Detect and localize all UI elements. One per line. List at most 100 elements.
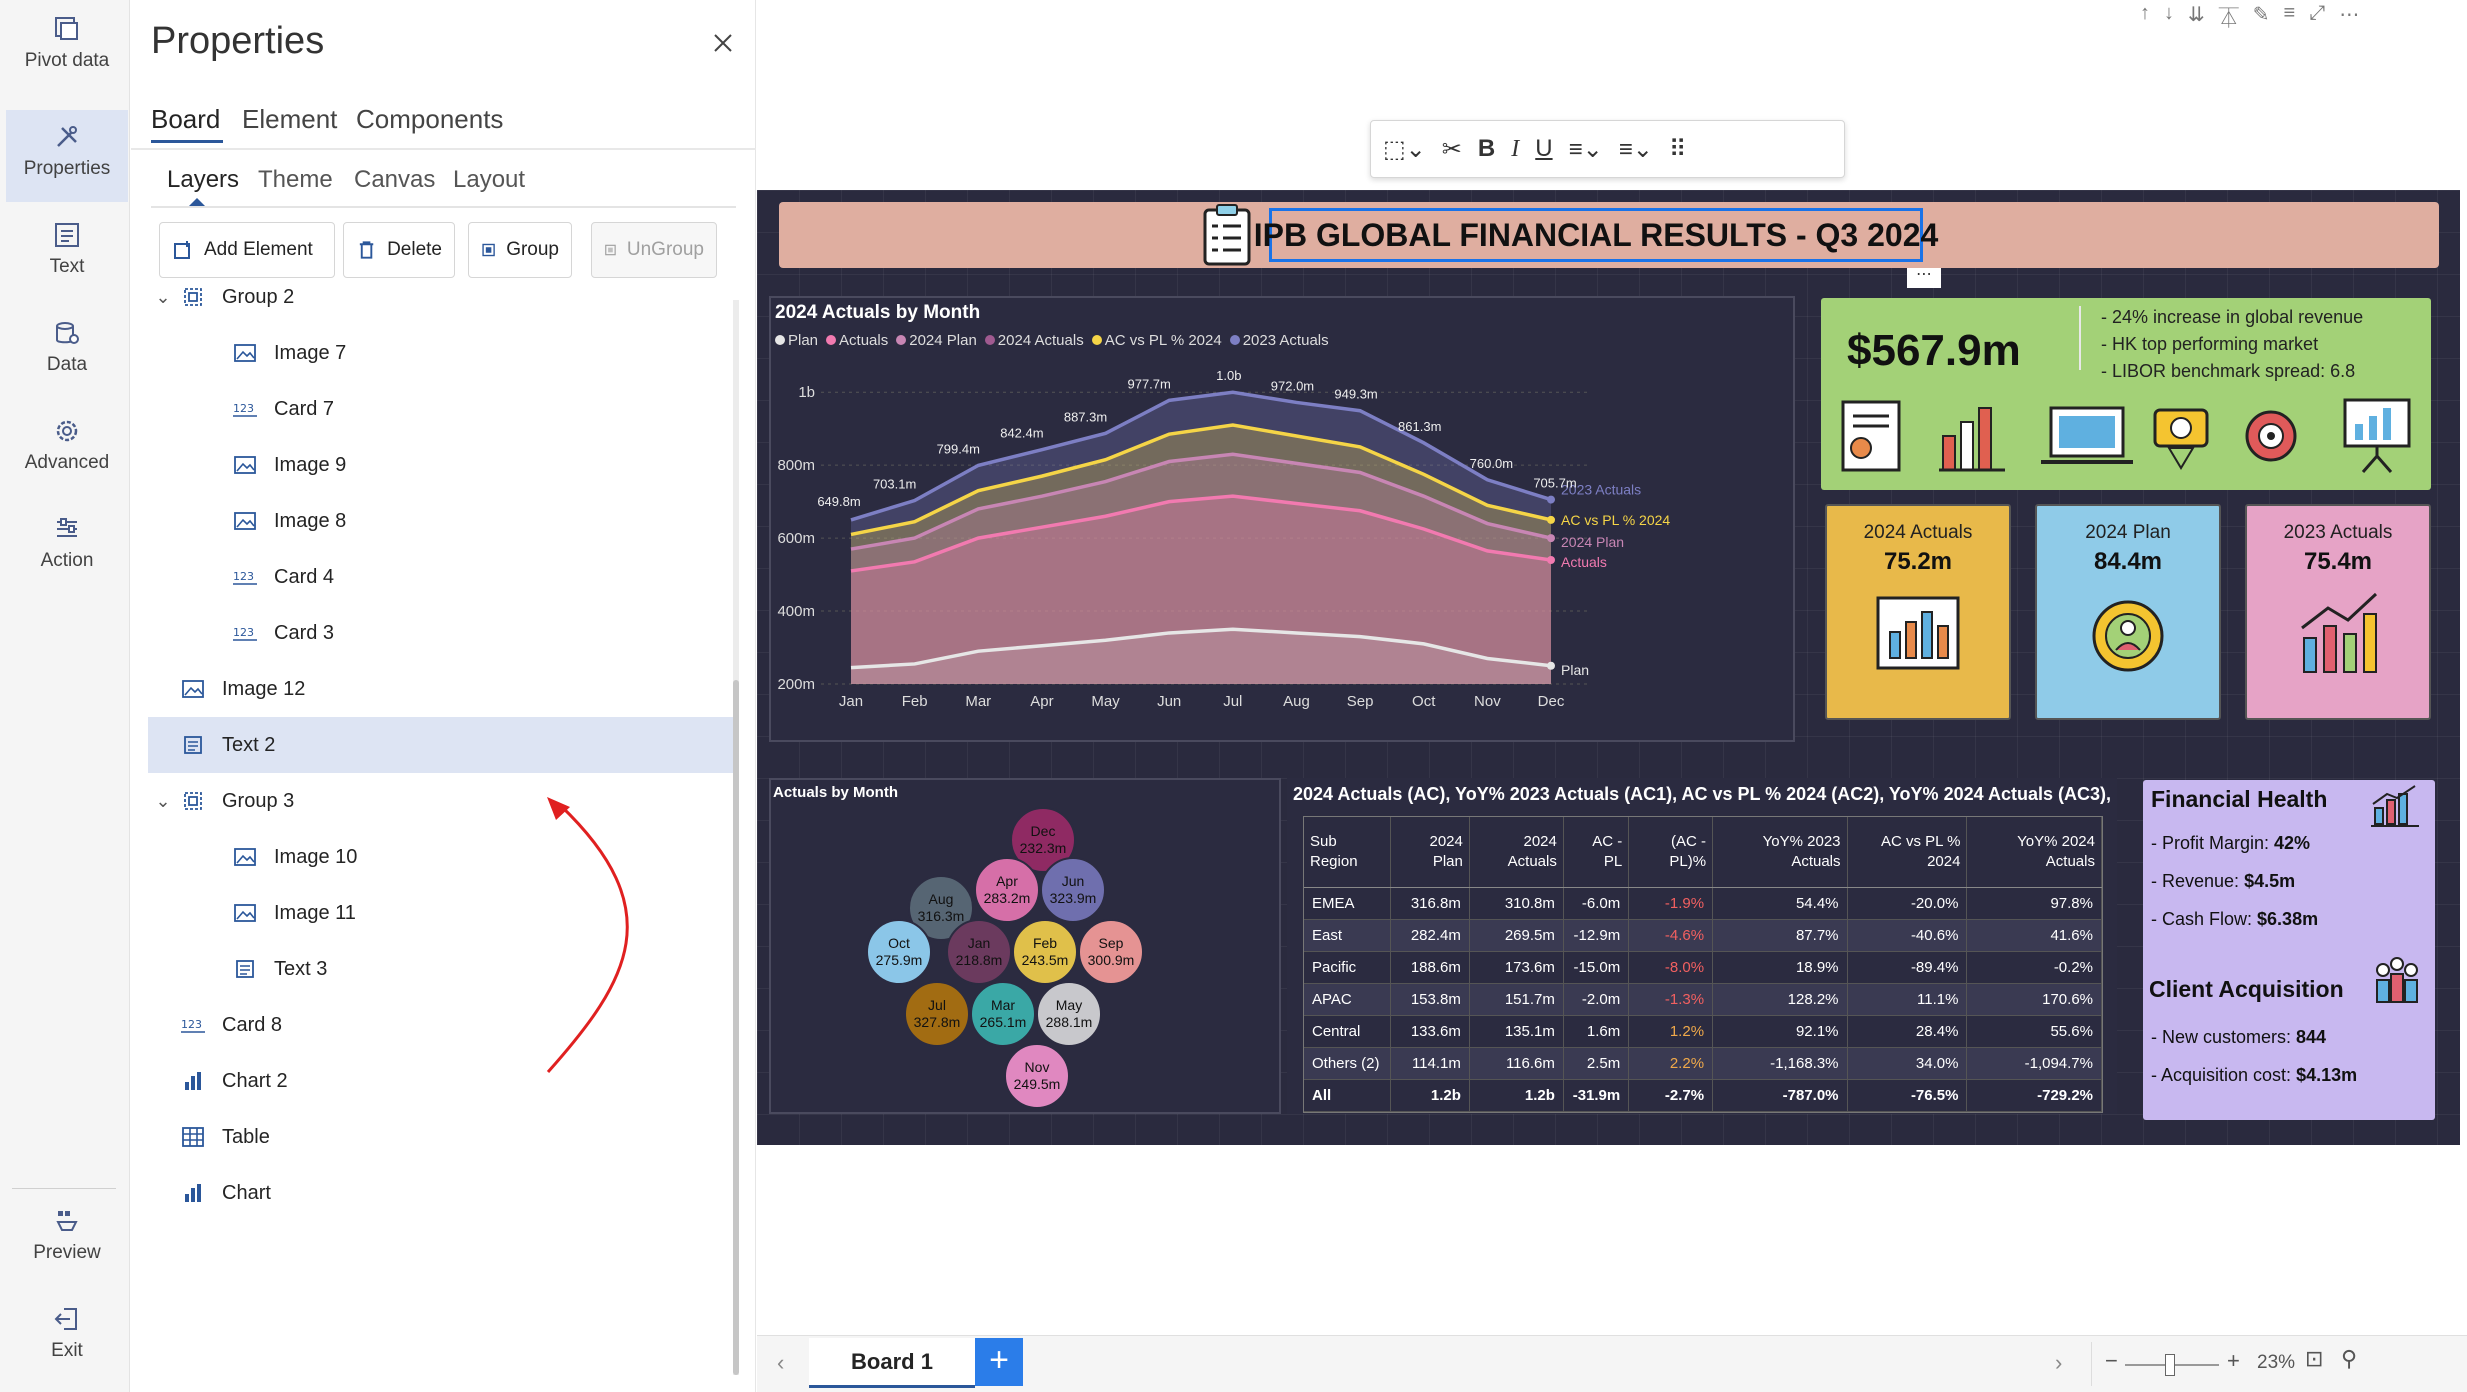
layer-item[interactable]: Chart 2 — [148, 1053, 733, 1109]
kpi-card[interactable]: 2024 Actuals 75.2m — [1825, 504, 2011, 720]
rail-preview[interactable]: Preview — [6, 1206, 128, 1292]
pin-icon[interactable]: ✎ — [2253, 2, 2270, 32]
legend-item[interactable]: AC vs PL % 2024 — [1091, 332, 1222, 349]
layer-item[interactable]: 123 Card 4 — [148, 549, 733, 605]
table-row[interactable]: All 1.2b 1.2b -31.9m -2.7% -787.0% -76.5% -729.… — [1304, 1079, 2102, 1112]
legend-item[interactable]: Actuals — [826, 332, 888, 349]
layer-item[interactable]: 123 Card 7 — [148, 381, 733, 437]
layer-item[interactable]: Image 7 — [148, 325, 733, 381]
underline-icon[interactable]: U — [1535, 135, 1552, 163]
kpi-card[interactable]: 2023 Actuals 75.4m — [2245, 504, 2431, 720]
scroll-left-icon[interactable]: ‹ — [777, 1350, 784, 1376]
layer-item[interactable]: Image 8 — [148, 493, 733, 549]
rail-exit[interactable]: Exit — [6, 1304, 128, 1390]
regional-table-panel[interactable]: 2024 Actuals (AC), YoY% 2023 Actuals (AC… — [1287, 778, 2117, 1114]
expand-icon[interactable]: ⤢ — [2309, 2, 2325, 32]
rail-properties[interactable]: Properties — [6, 110, 128, 202]
align-left-icon[interactable]: ≡⌄ — [1569, 135, 1603, 164]
more-icon[interactable]: ⋯ — [2339, 2, 2359, 32]
layer-item[interactable]: Text 3 — [148, 941, 733, 997]
add-element-label: Add Element — [204, 239, 313, 260]
tab-element[interactable]: Element — [242, 104, 337, 135]
send-back-icon[interactable]: ⇊ — [2188, 2, 2205, 32]
table-row[interactable]: Pacific 188.6m 173.6m -15.0m -8.0% 18.9% -89.4… — [1304, 951, 2102, 984]
drag-handle-icon[interactable]: ⠿ — [1669, 135, 1687, 164]
chevron-down-icon[interactable]: ⌄ — [148, 287, 178, 308]
table-header[interactable]: AC - PL — [1563, 817, 1630, 888]
layers-scrollbar[interactable] — [733, 680, 739, 1375]
bold-icon[interactable]: B — [1478, 135, 1495, 163]
pin-page-icon[interactable]: ⚲ — [2341, 1346, 2357, 1372]
layer-item[interactable]: Image 10 — [148, 829, 733, 885]
group-layer-icon — [178, 790, 208, 812]
table-row[interactable]: East 282.4m 269.5m -12.9m -4.6% 87.7% -40.6% 41… — [1304, 919, 2102, 952]
rail-data[interactable]: Data — [6, 318, 128, 404]
subtab-canvas[interactable]: Canvas — [354, 166, 435, 194]
close-button[interactable] — [708, 28, 738, 58]
layer-label: Text 3 — [274, 957, 328, 980]
table-cell: 28.4% — [1847, 1015, 1968, 1048]
bubble-value: 243.5m — [1022, 952, 1069, 968]
zoom-in-button[interactable]: + — [2227, 1348, 2240, 1374]
legend-item[interactable]: 2024 Actuals — [984, 332, 1084, 349]
table-header[interactable]: (AC - PL)% — [1628, 817, 1714, 888]
table-header[interactable]: AC vs PL % 2024 — [1847, 817, 1968, 888]
layer-item[interactable]: Image 9 — [148, 437, 733, 493]
layer-item[interactable]: Table — [148, 1109, 733, 1165]
table-row[interactable]: APAC 153.8m 151.7m -2.0m -1.3% 128.2% 11.1% 170… — [1304, 983, 2102, 1016]
align-icon[interactable]: ⏄ — [2219, 2, 2239, 32]
rail-pivot-data[interactable]: Pivot data — [6, 14, 128, 100]
element-more-icon[interactable]: ⋯ — [1907, 267, 1941, 288]
table-cell: -4.6% — [1628, 919, 1714, 952]
layer-item[interactable]: Image 12 — [148, 661, 733, 717]
filter-icon[interactable]: ≡ — [2284, 2, 2296, 32]
fit-page-icon[interactable]: ⊡ — [2305, 1346, 2323, 1372]
table-header[interactable]: YoY% 2024 Actuals — [1966, 817, 2102, 888]
bubble-value: 316.3m — [918, 908, 965, 924]
layer-item[interactable]: ⌄ Group 2 — [148, 269, 733, 325]
table-row[interactable]: EMEA 316.8m 310.8m -6.0m -1.9% 54.4% -20.0% 97.… — [1304, 887, 2102, 920]
layer-item[interactable]: 123 Card 3 — [148, 605, 733, 661]
chevron-down-icon[interactable]: ⌄ — [148, 791, 178, 812]
select-icon[interactable]: ⬚⌄ — [1383, 135, 1426, 164]
kpi-card[interactable]: 2024 Plan 84.4m — [2035, 504, 2221, 720]
move-up-icon[interactable]: ↑ — [2140, 2, 2150, 32]
layer-item[interactable]: Text 2 — [148, 717, 733, 773]
tab-board[interactable]: Board — [151, 104, 220, 135]
table-header[interactable]: Sub Region — [1304, 817, 1392, 888]
table-cell: 316.8m — [1390, 887, 1470, 920]
layer-item[interactable]: Chart — [148, 1165, 733, 1221]
layer-item[interactable]: ⌄ Group 3 — [148, 773, 733, 829]
legend-item[interactable]: Plan — [775, 332, 818, 349]
table-row[interactable]: Others (2) 114.1m 116.6m 2.5m 2.2% -1,168.3% 3… — [1304, 1047, 2102, 1080]
actuals-by-month-bubbles[interactable]: Actuals by Month Dec 232.3m Aug 316.3m Apr 28… — [769, 778, 1281, 1114]
add-board-button[interactable]: + — [975, 1338, 1023, 1386]
italic-icon[interactable]: I — [1511, 136, 1519, 163]
tab-board-1[interactable]: Board 1 — [809, 1338, 975, 1388]
tab-components[interactable]: Components — [356, 104, 503, 135]
actuals-by-month-chart[interactable]: 2024 Actuals by Month Plan Actuals 2024 Pl… — [769, 296, 1795, 742]
table-header[interactable]: 2024 Plan — [1390, 817, 1470, 888]
table-header[interactable]: 2024 Actuals — [1469, 817, 1564, 888]
rail-action[interactable]: Action — [6, 514, 128, 600]
subtab-theme[interactable]: Theme — [258, 166, 333, 194]
line-spacing-icon[interactable]: ≡⌄ — [1619, 135, 1653, 164]
zoom-slider-thumb[interactable] — [2165, 1354, 2175, 1376]
style-icon[interactable]: ✂ — [1442, 135, 1462, 164]
layer-item[interactable]: Image 11 — [148, 885, 733, 941]
rail-advanced[interactable]: Advanced — [6, 416, 128, 502]
table-header[interactable]: YoY% 2023 Actuals — [1712, 817, 1848, 888]
legend-item[interactable]: 2023 Actuals — [1229, 332, 1329, 349]
financial-health-card[interactable]: Financial Health - Profit Margin: 42% - R… — [2143, 780, 2435, 1120]
subtab-layout[interactable]: Layout — [453, 166, 525, 194]
move-down-icon[interactable]: ↓ — [2164, 2, 2174, 32]
table-row[interactable]: Central 133.6m 135.1m 1.6m 1.2% 92.1% 28.4% 55.… — [1304, 1015, 2102, 1048]
layer-item[interactable]: 123 Card 8 — [148, 997, 733, 1053]
zoom-out-button[interactable]: − — [2105, 1348, 2118, 1374]
page-title[interactable]: IPB GLOBAL FINANCIAL RESULTS - Q3 2024 — [1254, 208, 1938, 262]
legend-item[interactable]: 2024 Plan — [896, 332, 977, 349]
scroll-right-icon[interactable]: › — [2055, 1350, 2062, 1376]
rail-text[interactable]: Text — [6, 220, 128, 306]
subtab-layers[interactable]: Layers — [167, 166, 239, 194]
kpi-revenue-card[interactable]: $567.9m - 24% increase in global revenue… — [1821, 298, 2431, 490]
